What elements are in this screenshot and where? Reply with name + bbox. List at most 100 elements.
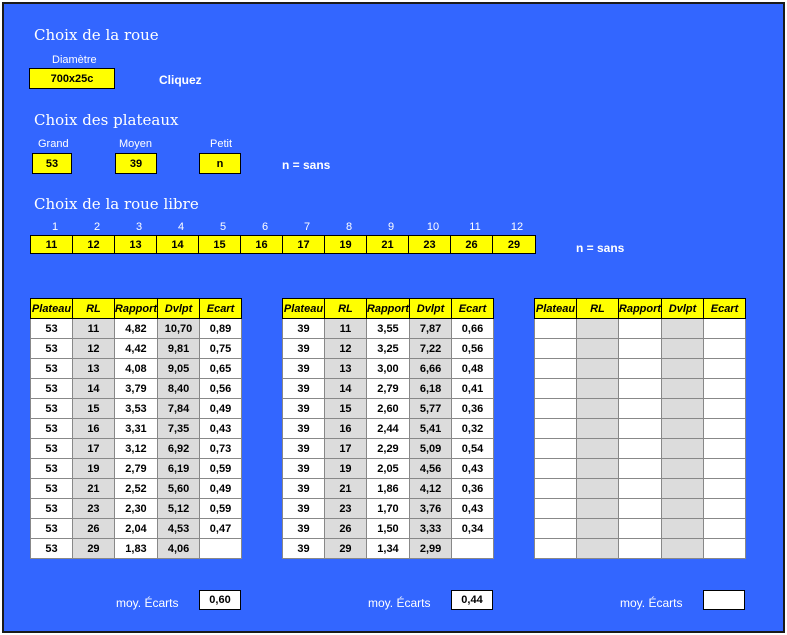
table-cell: 39 [282, 458, 325, 479]
rl-index: 8 [345, 221, 353, 233]
table-cell [703, 318, 746, 339]
rl-index: 12 [510, 221, 524, 233]
table-row: 53 16 3,31 7,35 0,43 [30, 418, 242, 439]
table-cell [703, 438, 746, 459]
table-cell [661, 458, 705, 479]
table-cell [575, 338, 619, 359]
table-cell [617, 438, 663, 459]
table-cell: 21 [323, 478, 367, 499]
table-cell: 29 [323, 538, 367, 559]
rl-input[interactable]: 15 [199, 236, 241, 253]
table-row: 39 17 2,29 5,09 0,54 [282, 438, 494, 459]
table-cell [575, 398, 619, 419]
table-cell [575, 318, 619, 339]
diametre-select[interactable]: 700x25c [29, 68, 115, 89]
grand-plateau-input[interactable]: 53 [32, 153, 72, 174]
table-cell: 0,73 [199, 438, 242, 459]
table-cell [617, 478, 663, 499]
rl-input[interactable]: 16 [241, 236, 283, 253]
table-cell [661, 438, 705, 459]
table-cell: 2,99 [409, 538, 453, 559]
table-cell [703, 418, 746, 439]
rl-input[interactable]: 12 [73, 236, 115, 253]
table-cell: 26 [71, 518, 115, 539]
table-cell: 6,66 [409, 358, 453, 379]
table-cell: 2,05 [365, 458, 411, 479]
table-cell: 12 [323, 338, 367, 359]
table-cell [534, 378, 577, 399]
grand-label: Grand [38, 138, 69, 150]
table-row: 39 23 1,70 3,76 0,43 [282, 498, 494, 519]
moy-ecarts-value-1: 0,60 [199, 590, 241, 610]
table-cell: 39 [282, 378, 325, 399]
petit-label: Petit [210, 138, 233, 150]
table-cell [575, 518, 619, 539]
table-row [534, 358, 746, 379]
table-cell: 53 [30, 518, 73, 539]
table-cell: 15 [71, 398, 115, 419]
table-cell: 0,56 [199, 378, 242, 399]
table-cell: 17 [71, 438, 115, 459]
table-row: 39 19 2,05 4,56 0,43 [282, 458, 494, 479]
column-header: RL [575, 298, 619, 319]
table-cell [703, 458, 746, 479]
table-row [534, 518, 746, 539]
column-header: Plateau [30, 298, 73, 319]
table-header-row: Plateau RL Rapport Dvlpt Ecart [30, 298, 242, 319]
table-cell: 16 [323, 418, 367, 439]
moy-ecarts-value-2: 0,44 [451, 590, 493, 610]
cliquez-link[interactable]: Cliquez [159, 73, 202, 87]
column-header: Ecart [199, 298, 242, 319]
rl-input[interactable]: 21 [367, 236, 409, 253]
rl-input[interactable]: 29 [493, 236, 535, 253]
table-row: 53 26 2,04 4,53 0,47 [30, 518, 242, 539]
petit-plateau-input[interactable]: n [199, 153, 241, 174]
table-cell: 39 [282, 318, 325, 339]
table-cell: 53 [30, 438, 73, 459]
rl-input[interactable]: 14 [157, 236, 199, 253]
rl-input[interactable]: 17 [283, 236, 325, 253]
table-cell [703, 358, 746, 379]
table-cell: 53 [30, 358, 73, 379]
table-row: 39 16 2,44 5,41 0,32 [282, 418, 494, 439]
table-cell [534, 498, 577, 519]
table-cell: 53 [30, 538, 73, 559]
table-cell: 53 [30, 398, 73, 419]
table-cell: 17 [323, 438, 367, 459]
moyen-plateau-input[interactable]: 39 [115, 153, 157, 174]
table-cell [703, 478, 746, 499]
rl-input[interactable]: 11 [31, 236, 73, 253]
rl-input[interactable]: 13 [115, 236, 157, 253]
table-cell: 0,59 [199, 458, 242, 479]
table-cell [617, 518, 663, 539]
table-row: 53 17 3,12 6,92 0,73 [30, 438, 242, 459]
table-cell: 39 [282, 438, 325, 459]
rl-input[interactable]: 26 [451, 236, 493, 253]
table-cell: 0,36 [451, 478, 494, 499]
table-cell [575, 458, 619, 479]
column-header: Dvlpt [409, 298, 453, 319]
table-cell [703, 378, 746, 399]
table-cell: 0,49 [199, 478, 242, 499]
table-cell: 0,43 [199, 418, 242, 439]
moyen-label: Moyen [119, 138, 153, 150]
table-cell: 3,33 [409, 518, 453, 539]
moy-ecarts-label-1: moy. Écarts [116, 596, 179, 610]
column-header: Rapport [617, 298, 663, 319]
table-cell: 39 [282, 418, 325, 439]
table-row: 39 14 2,79 6,18 0,41 [282, 378, 494, 399]
main-panel: Choix de la roue Diamètre 700x25c Clique… [2, 2, 785, 633]
column-header: Ecart [451, 298, 494, 319]
table-cell: 0,36 [451, 398, 494, 419]
table-cell: 29 [71, 538, 115, 559]
rl-input[interactable]: 23 [409, 236, 451, 253]
table-cell: 9,81 [157, 338, 201, 359]
table-cell: 39 [282, 538, 325, 559]
column-header: Rapport [365, 298, 411, 319]
table-cell [703, 538, 746, 559]
table-cell [617, 418, 663, 439]
table-cell: 39 [282, 398, 325, 419]
rl-input[interactable]: 19 [325, 236, 367, 253]
table-cell: 7,84 [157, 398, 201, 419]
table-cell: 14 [71, 378, 115, 399]
